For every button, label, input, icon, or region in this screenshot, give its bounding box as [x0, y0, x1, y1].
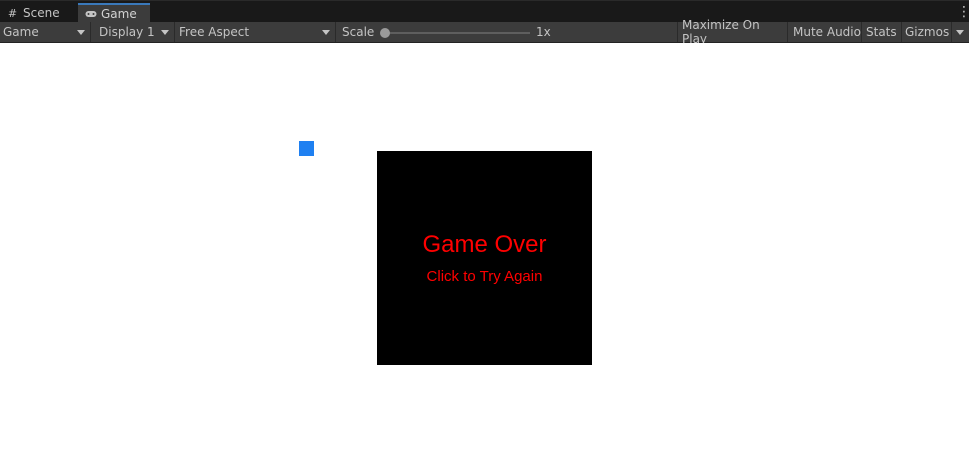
- game-over-panel[interactable]: Game Over Click to Try Again: [377, 151, 592, 365]
- gizmos-toggle[interactable]: Gizmos: [902, 22, 952, 42]
- display-value: Display 1: [99, 25, 155, 39]
- scale-slider-track[interactable]: [384, 32, 530, 34]
- display-dropdown[interactable]: Display 1: [91, 22, 175, 42]
- try-again-prompt[interactable]: Click to Try Again: [377, 268, 592, 285]
- scale-value: 1x: [536, 25, 551, 39]
- chevron-down-icon: [161, 30, 169, 35]
- tab-scene[interactable]: # Scene: [0, 3, 76, 23]
- maximize-on-play-label: Maximize On Play: [682, 18, 760, 46]
- mute-audio-label: Mute Audio: [793, 25, 861, 39]
- chevron-down-icon: [322, 30, 330, 35]
- more-options-icon[interactable]: ⋮: [957, 5, 969, 19]
- gamepad-icon: [85, 9, 97, 20]
- grid-icon: #: [7, 6, 18, 20]
- mute-audio-toggle[interactable]: Mute Audio: [788, 22, 862, 42]
- scale-label: Scale: [342, 25, 375, 39]
- scale-slider-thumb[interactable]: [380, 28, 390, 38]
- stats-toggle[interactable]: Stats: [862, 22, 902, 42]
- game-over-title: Game Over: [422, 231, 547, 258]
- game-mode-value: Game: [3, 25, 39, 39]
- player-square: [299, 141, 314, 156]
- game-mode-dropdown[interactable]: Game: [0, 22, 91, 42]
- aspect-value: Free Aspect: [179, 25, 250, 39]
- aspect-dropdown[interactable]: Free Aspect: [175, 22, 336, 42]
- gizmos-label: Gizmos: [905, 25, 950, 39]
- stats-label: Stats: [866, 25, 897, 39]
- tab-game[interactable]: Game: [78, 3, 150, 23]
- chevron-down-icon: [956, 30, 964, 35]
- editor-tab-bar: # Scene Game ⋮: [0, 0, 969, 23]
- tab-game-label: Game: [101, 7, 137, 21]
- chevron-down-icon: [77, 30, 85, 35]
- tab-scene-label: Scene: [23, 6, 60, 20]
- gizmos-menu-dropdown[interactable]: [952, 22, 969, 42]
- maximize-on-play-toggle[interactable]: Maximize On Play: [677, 18, 788, 46]
